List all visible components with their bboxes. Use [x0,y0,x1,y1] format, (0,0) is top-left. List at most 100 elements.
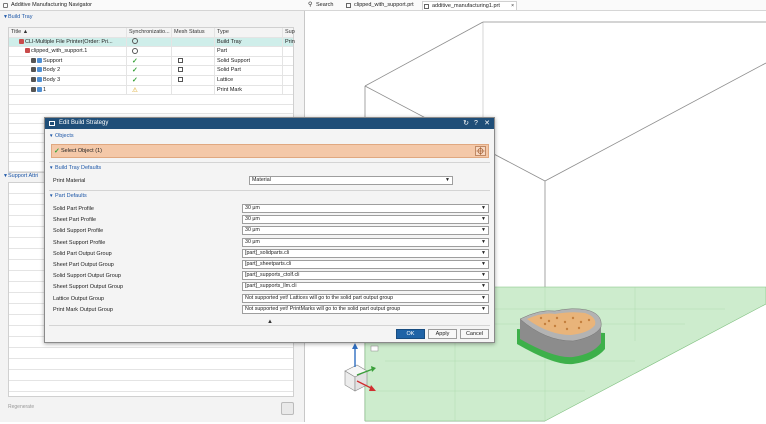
build-tray-section-header[interactable]: ▼ Build Tray [0,13,305,22]
dropdown-arrow-icon: ▼ [481,261,486,267]
build-tray-defaults-label: Build Tray Defaults [55,165,102,171]
check-icon: ✓ [132,57,138,65]
crosshair-icon [476,147,485,155]
collapse-triangle-icon: ▼ [49,193,54,198]
ok-button[interactable]: OK [396,329,425,339]
check-icon: ✓ [54,148,60,155]
field-dropdown[interactable]: 30 μm ▼ [242,237,489,247]
field-label: Sheet Part Output Group [53,262,114,268]
select-object-row[interactable]: ✓ Select Object (1) [51,144,489,158]
collapse-triangle-icon: ▼ [3,173,8,179]
tree-row[interactable]: Body 3 ✓ Lattice [9,75,293,86]
build-tray-defaults-section-header[interactable]: ▼ Build Tray Defaults [49,164,101,172]
regenerate-button[interactable] [281,402,294,415]
tab-clipped-with-support[interactable]: clipped_with_support.prt [345,1,417,10]
row-support [283,66,295,75]
column-header-mesh[interactable]: Mesh Status [172,28,215,37]
field-dropdown[interactable]: [part]_sheetparts.cli ▼ [242,260,489,269]
mesh-checkbox[interactable] [178,77,183,83]
apply-button[interactable]: Apply [428,329,457,339]
field-dropdown[interactable]: [part]_supports_llm.cli ▼ [242,282,489,292]
eye-icon[interactable] [31,77,36,83]
close-tab-icon[interactable]: × [511,2,514,11]
tree-row[interactable]: 1 ⚠ Print Mark [9,85,293,96]
eye-icon[interactable] [31,67,36,73]
cancel-button[interactable]: Cancel [460,329,489,339]
reset-icon[interactable]: ↻ [462,118,470,129]
part-default-row: Print Mark Output Group Not supported yet… [53,304,489,315]
part-default-row: Lattice Output Group Not supported yet! L… [53,293,489,304]
navigator-title-bar: Additive Manufacturing Navigator [0,0,305,11]
empty-row [9,95,293,105]
tree-row[interactable]: Body 2 ✓ Solid Part [9,66,293,76]
field-dropdown[interactable]: Not supported yet! PrintMarks will go to… [242,304,489,314]
row-title: Body 2 [9,66,127,76]
print-material-row: Print Material Material ▼ [53,176,489,186]
row-title: 1 [9,85,127,95]
field-label: Solid Support Output Group [53,273,121,280]
objects-section-label: Objects [55,133,74,139]
row-support [283,47,295,56]
dropdown-arrow-icon: ▼ [481,227,486,234]
mesh-checkbox[interactable] [178,67,183,73]
navigator-icon [3,3,8,8]
part-default-row: Sheet Support Output Group [part]_support… [53,282,489,292]
dropdown-arrow-icon: ▼ [481,283,486,290]
dialog-icon [49,121,55,126]
row-type: Lattice [215,75,283,85]
column-header-title[interactable]: Title ▲ [9,28,127,37]
row-type: Solid Support [215,56,283,66]
field-dropdown[interactable]: [part]_supports_ctolf.cli ▼ [242,271,489,281]
field-dropdown[interactable]: Not supported yet! Lattices will go to t… [242,293,489,303]
row-mesh [172,56,215,66]
part-file-icon [346,3,351,8]
part-default-row: Sheet Support Profile 30 μm ▼ [53,237,489,248]
close-icon[interactable]: ✕ [483,118,491,129]
row-sync: ✓ [127,56,172,66]
tree-row[interactable]: clipped_with_support.1 Part [9,47,293,57]
part-defaults-label: Part Defaults [55,193,87,199]
body-icon [37,57,42,63]
part-default-row: Sheet Part Output Group [part]_sheetparts… [53,260,489,270]
eye-icon[interactable] [31,57,36,63]
part-defaults-section-header[interactable]: ▼ Part Defaults [49,192,87,200]
column-header-sync[interactable]: Synchronizatio... [127,28,172,37]
dialog-title: Edit Build Strategy [59,120,109,126]
tree-row[interactable]: Support ✓ Solid Support [9,56,293,67]
objects-section-header[interactable]: ▼ Objects [49,132,74,140]
check-icon: ✓ [132,76,138,84]
body-icon [37,77,42,83]
field-dropdown[interactable]: 30 μm ▼ [242,226,489,236]
row-sync: ⚠ [127,85,172,95]
mesh-checkbox[interactable] [178,57,183,63]
collapse-triangle-icon: ▼ [49,133,54,138]
print-material-label: Print Material [53,178,86,184]
dropdown-arrow-icon: ▼ [481,238,486,245]
edit-build-strategy-dialog: Edit Build Strategy ↻ ? ✕ ▼ Objects ✓ Se… [44,117,495,343]
tree-row[interactable]: CLI-Multiple File Printer(Order: Pri... B… [9,37,295,48]
eye-icon[interactable] [31,86,36,92]
select-object-button[interactable] [475,146,486,156]
sync-icon [132,38,138,45]
row-sync: ✓ [127,66,172,76]
field-dropdown[interactable]: 30 μm ▼ [242,204,489,213]
body-icon [37,86,42,92]
row-type: Part [215,47,283,57]
dropdown-arrow-icon: ▼ [445,177,450,183]
search-tab[interactable]: ⚲ Search [307,1,341,10]
help-icon[interactable]: ? [472,118,480,129]
print-material-dropdown[interactable]: Material ▼ [249,176,453,185]
dropdown-arrow-icon: ▼ [481,272,486,279]
collapse-triangle-icon: ▼ [49,165,54,170]
row-title: clipped_with_support.1 [9,47,127,57]
field-label: Sheet Part Profile [53,217,97,224]
row-sync [127,47,172,57]
column-header-type[interactable]: Type [215,28,283,37]
part-default-row: Solid Part Output Group [part]_solidparts… [53,248,489,259]
tab-additive-manufacturing[interactable]: additive_manufacturing1.prt × [422,1,517,10]
part-default-row: Solid Part Profile 30 μm ▼ [53,204,489,214]
column-header-support[interactable]: Suppor [283,28,295,37]
body-icon [37,67,42,73]
field-dropdown[interactable]: [part]_solidparts.cli ▼ [242,248,489,258]
field-dropdown[interactable]: 30 μm ▼ [242,215,489,225]
